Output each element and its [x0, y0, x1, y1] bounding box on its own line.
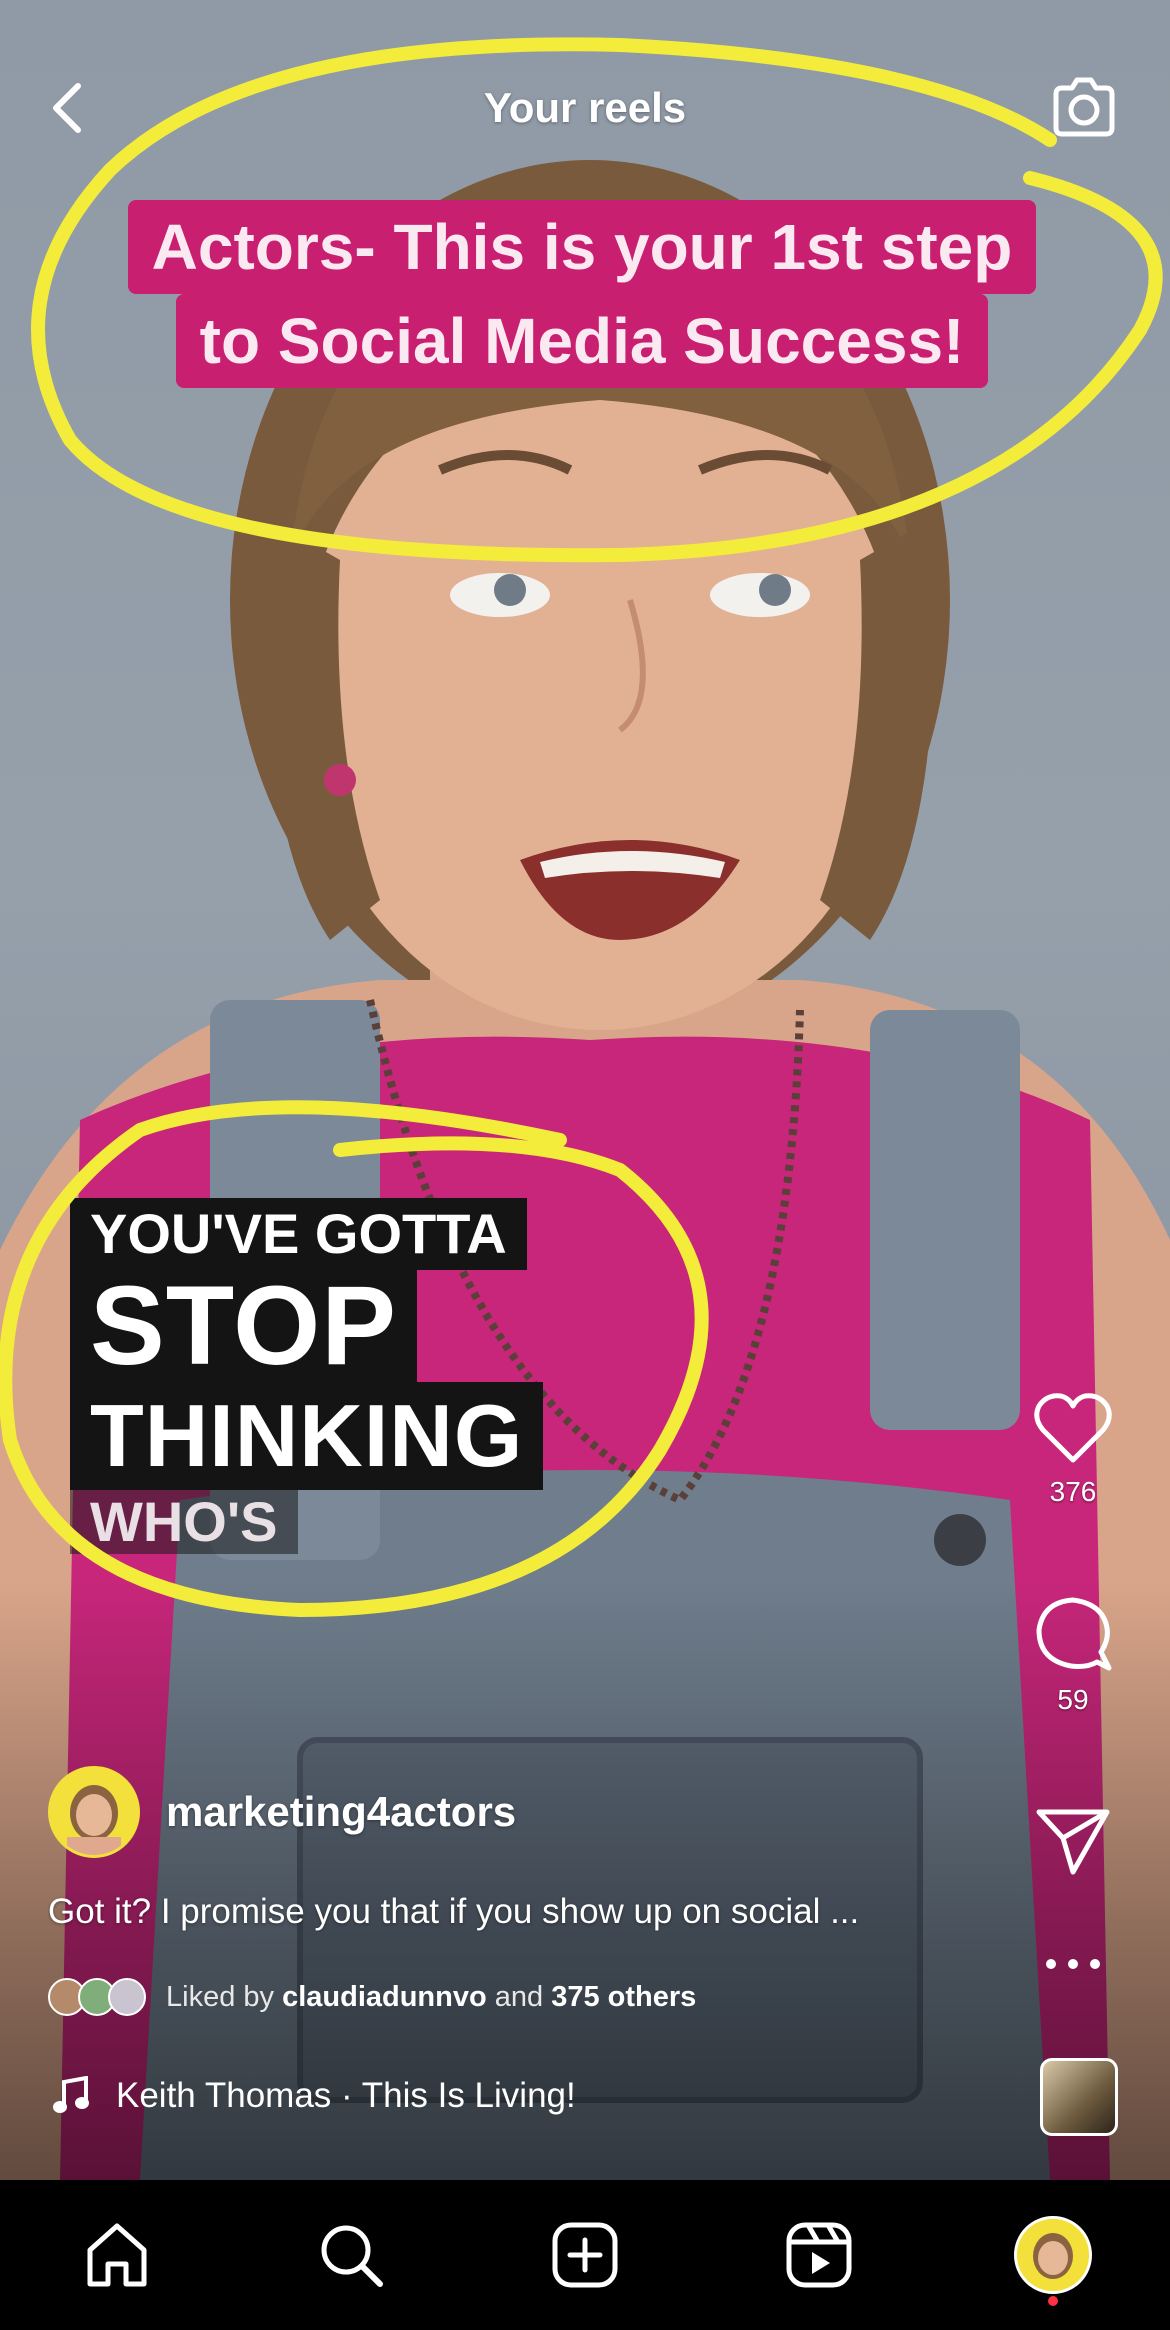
- comment-icon[interactable]: [1033, 1594, 1113, 1674]
- tab-reels[interactable]: [774, 2210, 864, 2300]
- more-icon[interactable]: [1043, 1956, 1103, 1972]
- search-icon[interactable]: [316, 2220, 386, 2290]
- bottom-tab-bar: [0, 2180, 1170, 2330]
- like-action[interactable]: 376: [1028, 1392, 1118, 1508]
- liked-by-text: Liked by claudiadunnvo and 375 others: [166, 1981, 696, 2014]
- post-caption[interactable]: Got it? I promise you that if you show u…: [48, 1892, 968, 1932]
- tab-create[interactable]: [540, 2210, 630, 2300]
- hook-line: WHO'S: [70, 1490, 298, 1554]
- video-headline-text: Actors- This is your 1st step to Social …: [70, 200, 1094, 388]
- camera-icon[interactable]: [1046, 70, 1122, 146]
- avatar[interactable]: [48, 1766, 140, 1858]
- liked-by-and: and: [494, 1980, 544, 2013]
- hook-line: STOP: [70, 1270, 417, 1382]
- share-action[interactable]: [1028, 1806, 1118, 1876]
- liker-avatar: [108, 1978, 146, 2016]
- tab-profile[interactable]: [1008, 2210, 1098, 2306]
- comment-action[interactable]: 59: [1028, 1594, 1118, 1716]
- plus-square-icon[interactable]: [550, 2220, 620, 2290]
- liked-by-row[interactable]: Liked by claudiadunnvo and 375 others: [48, 1978, 696, 2016]
- audio-title: Keith Thomas · This Is Living!: [116, 2076, 576, 2115]
- hook-line: THINKING: [70, 1382, 544, 1490]
- page-title: Your reels: [483, 84, 687, 131]
- send-icon[interactable]: [1033, 1806, 1113, 1876]
- tab-home[interactable]: [72, 2210, 162, 2300]
- notification-dot: [1048, 2296, 1058, 2306]
- headline-line: to Social Media Success!: [175, 294, 989, 388]
- reels-icon[interactable]: [784, 2220, 854, 2290]
- liked-by-prefix: Liked by: [166, 1980, 275, 2013]
- like-count: 376: [1049, 1476, 1097, 1507]
- profile-portrait: [1017, 2219, 1089, 2291]
- hook-line: YOU'VE GOTTA: [70, 1198, 527, 1270]
- audio-thumbnail[interactable]: [1040, 2058, 1118, 2136]
- avatar-portrait: [51, 1769, 137, 1855]
- avatar[interactable]: [1014, 2216, 1092, 2294]
- music-note-icon: [53, 2076, 89, 2113]
- more-action[interactable]: [1028, 1956, 1118, 1972]
- liked-by-others[interactable]: 375 others: [551, 1981, 696, 2013]
- headline-line: Actors- This is your 1st step: [127, 200, 1037, 294]
- heart-icon[interactable]: [1033, 1392, 1113, 1466]
- comment-count: 59: [1057, 1684, 1089, 1715]
- home-icon[interactable]: [82, 2220, 152, 2290]
- author-row: marketing4actors: [48, 1766, 516, 1858]
- liked-by-user[interactable]: claudiadunnvo: [282, 1981, 487, 2013]
- tab-search[interactable]: [306, 2210, 396, 2300]
- username[interactable]: marketing4actors: [166, 1788, 516, 1836]
- video-hook-text: YOU'VE GOTTA STOP THINKING WHO'S: [70, 1198, 544, 1554]
- audio-track[interactable]: Keith Thomas · This Is Living!: [52, 2076, 576, 2116]
